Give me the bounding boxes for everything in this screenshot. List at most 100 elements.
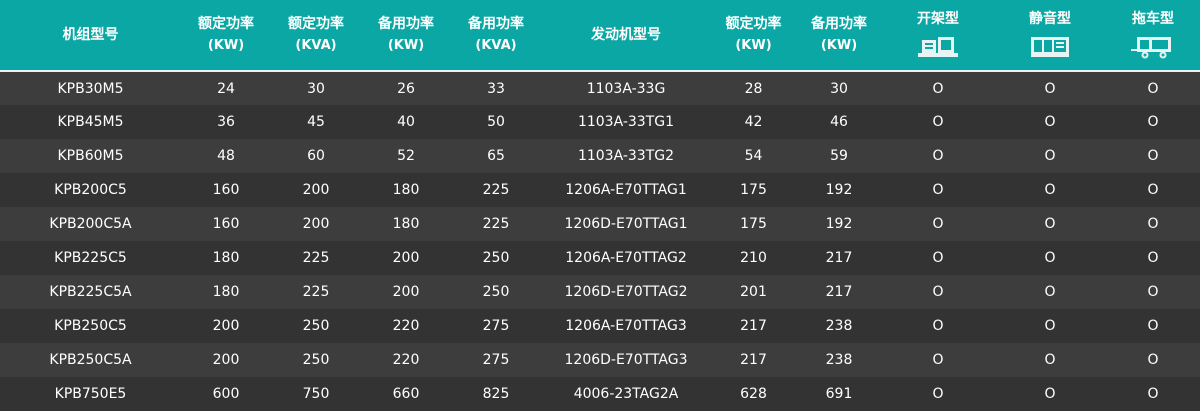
header-rated-power-kva: 额定功率 (KVA) [288,16,344,53]
table-row: KPB200C5 160 200 180 225 1206A-E70TTAG1 175 192… [0,173,1200,207]
header-engine-model: 发动机型号 [591,27,661,43]
table-row: KPB250C5 200 250 220 275 1206A-E70TTAG3 217 238… [0,309,1200,343]
header-engine-standby-kw: 备用功率 (KW) [811,16,867,53]
cell-rated-kw: 200 [212,352,240,368]
cell-engine-rated-kw: 628 [740,386,767,402]
cell-silent: O [1044,284,1056,300]
cell-engine-model: 1103A-33G [586,80,666,97]
cell-engine-rated-kw: 175 [740,216,767,232]
cell-rated-kw: 24 [217,80,235,97]
table-header-row: 机组型号 额定功率 (KW) 额定功率 (KVA) 备用功率 (KW) 备用功率 (KV… [0,0,1200,71]
cell-open-frame: O [932,80,944,97]
cell-rated-kw: 160 [212,182,240,198]
cell-silent: O [1044,148,1056,164]
cell-engine-standby-kw: 217 [825,284,853,300]
cell-rated-kw: 180 [212,250,240,266]
header-standby-power-kw: 备用功率 (KW) [378,16,434,53]
cell-open-frame: O [932,114,944,130]
cell-silent: O [1044,386,1056,402]
cell-rated-kw: 200 [212,318,240,334]
cell-engine-model: 1206D-E70TTAG3 [564,352,688,368]
cell-model: KPB250C5 [54,318,127,334]
cell-engine-model: 1103A-33TG2 [577,148,675,164]
cell-engine-rated-kw: 217 [740,352,767,368]
cell-rated-kw: 180 [212,284,240,300]
cell-rated-kva: 250 [302,318,330,334]
cell-trailer: O [1147,182,1159,198]
cell-engine-standby-kw: 46 [830,114,848,130]
cell-model: KPB45M5 [57,114,124,130]
cell-engine-standby-kw: 217 [825,250,853,266]
cell-engine-model: 1206A-E70TTAG3 [565,318,687,334]
cell-open-frame: O [932,216,944,232]
cell-engine-model: 1206D-E70TTAG1 [564,216,688,232]
cell-engine-standby-kw: 192 [825,216,853,232]
cell-standby-kva: 225 [482,216,510,232]
cell-engine-rated-kw: 42 [744,114,763,130]
cell-model: KPB250C5A [49,352,132,368]
cell-trailer: O [1147,386,1159,402]
cell-standby-kw: 660 [392,386,420,402]
cell-silent: O [1044,182,1056,198]
cell-standby-kw: 180 [392,216,420,232]
cell-open-frame: O [932,318,944,334]
cell-open-frame: O [932,148,944,164]
header-engine-rated-kw: 额定功率 (KW) [725,16,782,53]
cell-engine-standby-kw: 30 [830,80,848,97]
cell-trailer: O [1147,80,1159,97]
cell-standby-kw: 40 [397,114,415,130]
cell-engine-model: 1206D-E70TTAG2 [564,284,688,300]
cell-open-frame: O [932,250,944,266]
cell-standby-kva: 65 [487,148,505,164]
cell-trailer: O [1147,114,1159,130]
cell-standby-kva: 33 [487,80,505,97]
cell-open-frame: O [932,386,944,402]
cell-model: KPB200C5A [49,216,132,232]
cell-engine-model: 1206A-E70TTAG1 [565,182,687,198]
cell-standby-kva: 825 [482,386,510,402]
header-open-frame: 开架型 [882,0,994,71]
table-row: KPB250C5A 200 250 220 275 1206D-E70TTAG3 217 23… [0,343,1200,377]
cell-engine-standby-kw: 691 [825,386,853,402]
cell-engine-model: 1103A-33TG1 [577,114,675,130]
cell-standby-kva: 275 [482,318,510,334]
cell-rated-kw: 600 [212,386,240,402]
cell-standby-kva: 275 [482,352,510,368]
header-rated-power-kw: 额定功率 (KW) [198,16,254,53]
cell-silent: O [1044,114,1056,130]
table-body: KPB30M5 24 30 26 33 1103A-33G 28 30 O O O KPB45M5 36… [0,71,1200,411]
cell-engine-standby-kw: 238 [825,318,853,334]
cell-engine-rated-kw: 28 [744,80,763,97]
table-row: KPB225C5A 180 225 200 250 1206D-E70TTAG2 201 21… [0,275,1200,309]
cell-model: KPB750E5 [54,386,127,402]
cell-open-frame: O [932,182,944,198]
cell-trailer: O [1147,148,1159,164]
header-standby-power-kva: 备用功率 (KVA) [468,16,524,53]
cell-standby-kw: 200 [392,284,420,300]
cell-engine-rated-kw: 217 [740,318,767,334]
cell-rated-kva: 45 [307,114,325,130]
cell-engine-standby-kw: 59 [830,148,848,164]
cell-rated-kva: 60 [307,148,325,164]
cell-engine-rated-kw: 54 [744,148,763,164]
cell-trailer: O [1147,318,1159,334]
cell-model: KPB60M5 [57,148,124,164]
cell-trailer: O [1147,250,1159,266]
table-row: KPB45M5 36 45 40 50 1103A-33TG1 42 46 O O O [0,105,1200,139]
silent-generator-icon [994,34,1106,62]
cell-silent: O [1044,80,1056,97]
cell-engine-model: 4006-23TAG2A [573,386,679,402]
table-row: KPB60M5 48 60 52 65 1103A-33TG2 54 59 O O O [0,139,1200,173]
cell-standby-kw: 52 [397,148,415,164]
cell-engine-model: 1206A-E70TTAG2 [565,250,687,266]
cell-rated-kva: 200 [302,216,330,232]
cell-open-frame: O [932,352,944,368]
cell-standby-kva: 225 [482,182,510,198]
cell-silent: O [1044,250,1056,266]
trailer-generator-icon [1106,34,1200,62]
table-row: KPB200C5A 160 200 180 225 1206D-E70TTAG1 175 19… [0,207,1200,241]
header-silent: 静音型 [994,0,1106,71]
cell-trailer: O [1147,216,1159,232]
header-model: 机组型号 [62,27,119,43]
table-row: KPB30M5 24 30 26 33 1103A-33G 28 30 O O O [0,71,1200,105]
